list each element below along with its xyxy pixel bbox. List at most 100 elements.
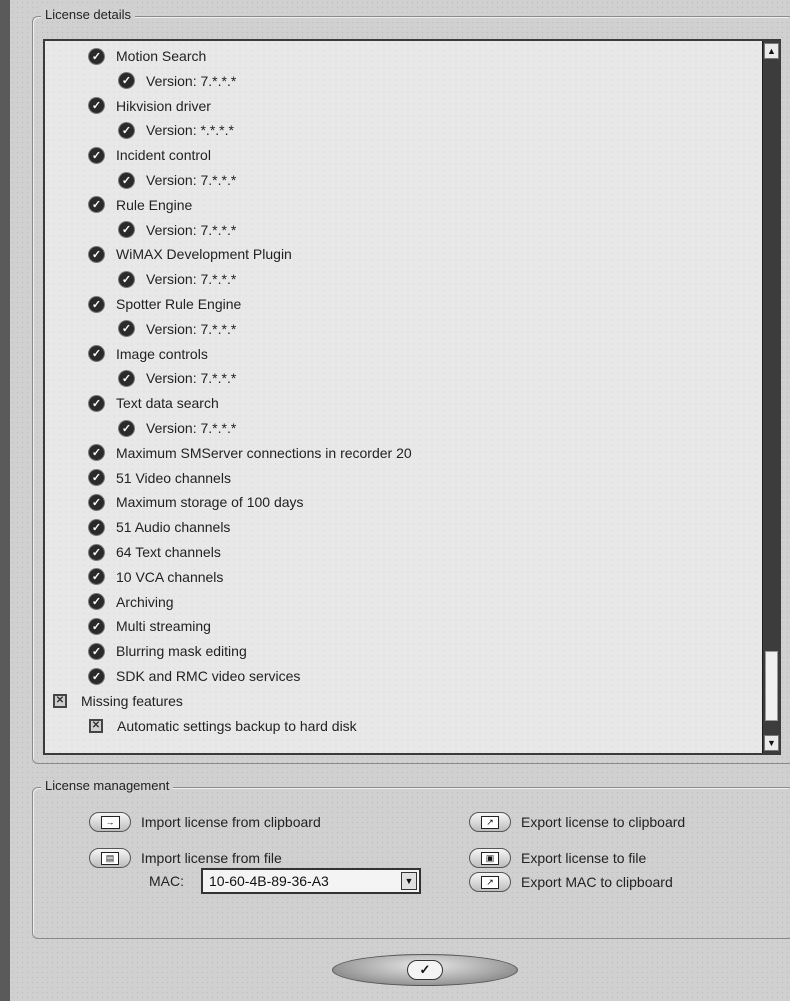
check-icon: ✓	[89, 569, 104, 585]
mac-value: 10-60-4B-89-36-A3	[209, 873, 329, 889]
feature-label: Version: *.*.*.*	[146, 122, 234, 139]
feature-label: Version: 7.*.*.*	[146, 370, 237, 387]
version-row: ✓ Version: 7.*.*.*	[119, 218, 236, 242]
feature-label: Version: 7.*.*.*	[146, 271, 237, 288]
feature-label: Version: 7.*.*.*	[146, 320, 237, 337]
export-clipboard-icon: ↗	[469, 812, 511, 832]
mac-label: MAC:	[149, 873, 184, 889]
export-mac-label: Export MAC to clipboard	[521, 874, 673, 890]
mac-select[interactable]: 10-60-4B-89-36-A3 ▼	[201, 868, 421, 894]
import-clipboard-button[interactable]: → Import license from clipboard	[89, 812, 321, 832]
check-icon: ✓	[119, 73, 134, 89]
feature-label: Motion Search	[116, 48, 207, 64]
check-icon: ✓	[119, 271, 134, 287]
check-icon: ✓	[119, 172, 134, 188]
feature-label: Blurring mask editing	[116, 643, 247, 660]
export-file-button[interactable]: ▣ Export license to file	[469, 848, 646, 868]
feature-label: Rule Engine	[116, 196, 193, 213]
feature-row: ✓ Archiving	[89, 590, 174, 614]
check-icon: ✓	[89, 594, 104, 610]
version-row: ✓ Version: 7.*.*.*	[119, 416, 236, 440]
check-icon: ✓	[407, 960, 443, 980]
feature-row: ✓ Hikvision driver	[89, 94, 211, 118]
check-icon: ✓	[89, 48, 104, 64]
feature-label: Version: 7.*.*.*	[146, 72, 237, 89]
feature-row: ✓ Image controls	[89, 342, 208, 366]
feature-label: WiMAX Development Plugin	[116, 246, 292, 263]
feature-label: Automatic settings backup to hard disk	[117, 717, 357, 734]
import-clipboard-icon: →	[89, 812, 131, 832]
check-icon: ✓	[89, 246, 104, 262]
scroll-thumb[interactable]	[765, 651, 778, 721]
feature-label: 64 Text channels	[116, 544, 221, 560]
export-file-label: Export license to file	[521, 850, 647, 866]
feature-label: 10 VCA channels	[116, 568, 224, 585]
feature-row: ✓ SDK and RMC video services	[89, 664, 300, 688]
chevron-down-icon[interactable]: ▼	[401, 872, 417, 890]
feature-label: 51 Video channels	[116, 469, 231, 486]
license-management-title: License management	[41, 778, 174, 793]
ok-button[interactable]: ✓	[332, 954, 518, 986]
feature-row: ✓ 10 VCA channels	[89, 565, 223, 589]
feature-row: ✓ Multi streaming	[89, 614, 211, 638]
feature-row: ✓ 51 Audio channels	[89, 515, 230, 539]
check-icon: ✓	[119, 122, 134, 138]
version-row: ✓ Version: 7.*.*.*	[119, 317, 236, 341]
version-row: ✓ Version: *.*.*.*	[119, 118, 234, 142]
feature-row: ✓ Text data search	[89, 391, 219, 415]
missing-feature-row: ✕ Missing features	[53, 689, 183, 713]
missing-x-icon: ✕	[53, 693, 67, 708]
feature-row: ✓ Maximum storage of 100 days	[89, 490, 304, 514]
feature-row: ✓ WiMAX Development Plugin	[89, 242, 292, 266]
feature-label: Incident control	[116, 147, 211, 164]
feature-label: Archiving	[116, 593, 174, 610]
check-icon: ✓	[119, 222, 134, 238]
check-icon: ✓	[119, 420, 134, 436]
export-file-icon: ▣	[469, 848, 511, 868]
license-feature-list[interactable]: ✓ Motion Search ✓ Version: 7.*.*.* ✓ Hikvisio…	[43, 39, 781, 755]
feature-label: Image controls	[116, 345, 208, 362]
license-management-group: License management → Import license from…	[32, 778, 790, 939]
list-scrollbar[interactable]: ▲ ▼	[762, 41, 781, 753]
feature-label: 51 Audio channels	[116, 519, 231, 536]
version-row: ✓ Version: 7.*.*.*	[119, 267, 236, 291]
feature-label: Maximum SMServer connections in recorder…	[116, 444, 412, 461]
license-details-group: License details ✓ Motion Search ✓ Version: …	[32, 7, 790, 764]
feature-row: ✓ Spotter Rule Engine	[89, 292, 241, 316]
check-icon: ✓	[89, 544, 104, 560]
check-icon: ✓	[89, 147, 104, 163]
feature-row: ✓ 51 Video channels	[89, 466, 231, 490]
export-clipboard-button[interactable]: ↗ Export license to clipboard	[469, 812, 685, 832]
feature-label: Version: 7.*.*.*	[146, 172, 237, 188]
feature-row: ✓ Incident control	[89, 143, 211, 167]
import-file-label: Import license from file	[141, 850, 282, 866]
feature-label: SDK and RMC video services	[116, 668, 301, 684]
feature-row: ✓ Maximum SMServer connections in recorde…	[89, 441, 412, 465]
license-window: License details ✓ Motion Search ✓ Version: …	[0, 0, 790, 1001]
import-file-button[interactable]: ▤ Import license from file	[89, 848, 282, 868]
feature-row: ✓ Motion Search	[89, 44, 206, 68]
check-icon: ✓	[89, 668, 104, 684]
check-icon: ✓	[89, 519, 104, 535]
feature-row: ✓ 64 Text channels	[89, 540, 221, 564]
scroll-up-button[interactable]: ▲	[764, 43, 779, 59]
license-details-title: License details	[41, 7, 135, 22]
check-icon: ✓	[119, 370, 134, 386]
scroll-down-button[interactable]: ▼	[764, 735, 779, 751]
check-icon: ✓	[89, 346, 104, 362]
missing-x-icon: ✕	[89, 718, 103, 733]
version-row: ✓ Version: 7.*.*.*	[119, 168, 236, 192]
export-mac-button[interactable]: ↗ Export MAC to clipboard	[469, 872, 673, 892]
feature-row: ✓ Blurring mask editing	[89, 639, 247, 663]
feature-label: Text data search	[116, 395, 219, 412]
import-clipboard-label: Import license from clipboard	[141, 814, 321, 830]
check-icon: ✓	[89, 470, 104, 486]
feature-label: Hikvision driver	[116, 97, 211, 114]
check-icon: ✓	[89, 98, 104, 114]
feature-row: ✓ Rule Engine	[89, 193, 192, 217]
feature-label: Missing features	[81, 692, 183, 709]
version-row: ✓ Version: 7.*.*.*	[119, 69, 236, 93]
feature-label: Version: 7.*.*.*	[146, 420, 237, 436]
check-icon: ✓	[89, 618, 104, 634]
check-icon: ✓	[89, 494, 104, 510]
